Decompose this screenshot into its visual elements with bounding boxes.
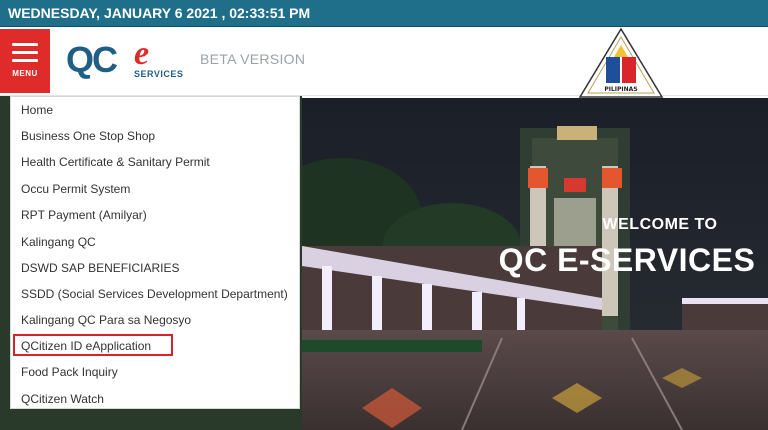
logo-e-text: e [134, 35, 150, 72]
hero-banner: WELCOME TO QC E-SERVICES [302, 98, 768, 430]
menu-dropdown: Home Business One Stop Shop Health Certi… [10, 96, 300, 409]
menu-item-occu-permit[interactable]: Occu Permit System [21, 182, 130, 196]
menu-item-health-certificate[interactable]: Health Certificate & Sanitary Permit [21, 155, 210, 169]
menu-item-food-pack-inquiry[interactable]: Food Pack Inquiry [21, 365, 118, 379]
menu-item-qcitizen-watch[interactable]: QCitizen Watch [21, 392, 104, 406]
datetime-bar: WEDNESDAY, JANUARY 6 2021 , 02:33:51 PM [0, 0, 768, 27]
qc-eservices-logo[interactable]: QC e SERVICES [66, 35, 196, 87]
menu-button[interactable]: MENU [0, 29, 50, 93]
seal-bottom-text: PILIPINAS [604, 86, 637, 93]
menu-item-kalingang-qc-negosyo[interactable]: Kalingang QC Para sa Negosyo [21, 313, 191, 327]
welcome-text: WELCOME TO [602, 216, 718, 233]
menu-item-kalingang-qc[interactable]: Kalingang QC [21, 235, 96, 249]
menu-item-dswd-sap[interactable]: DSWD SAP BENEFICIARIES [21, 261, 179, 275]
quezon-city-seal-icon: PILIPINAS [578, 27, 664, 98]
datetime-text: WEDNESDAY, JANUARY 6 2021 , 02:33:51 PM [8, 5, 311, 21]
menu-item-ssdd[interactable]: SSDD (Social Services Development Depart… [21, 287, 288, 301]
beta-version-label: BETA VERSION [200, 51, 306, 67]
menu-item-rpt-payment[interactable]: RPT Payment (Amilyar) [21, 208, 147, 222]
menu-item-qcitizen-id-eapplication[interactable]: QCitizen ID eApplication [21, 339, 151, 353]
menu-item-home[interactable]: Home [21, 103, 53, 117]
menu-button-label: MENU [12, 69, 38, 78]
site-header: MENU QC e SERVICES BETA VERSION PILIPINA… [0, 27, 768, 98]
menu-item-business-one-stop-shop[interactable]: Business One Stop Shop [21, 129, 155, 143]
hero-title: QC E-SERVICES [498, 242, 756, 278]
hamburger-icon [12, 43, 38, 67]
logo-services-text: SERVICES [134, 69, 184, 79]
logo-qc-text: QC [66, 39, 118, 80]
